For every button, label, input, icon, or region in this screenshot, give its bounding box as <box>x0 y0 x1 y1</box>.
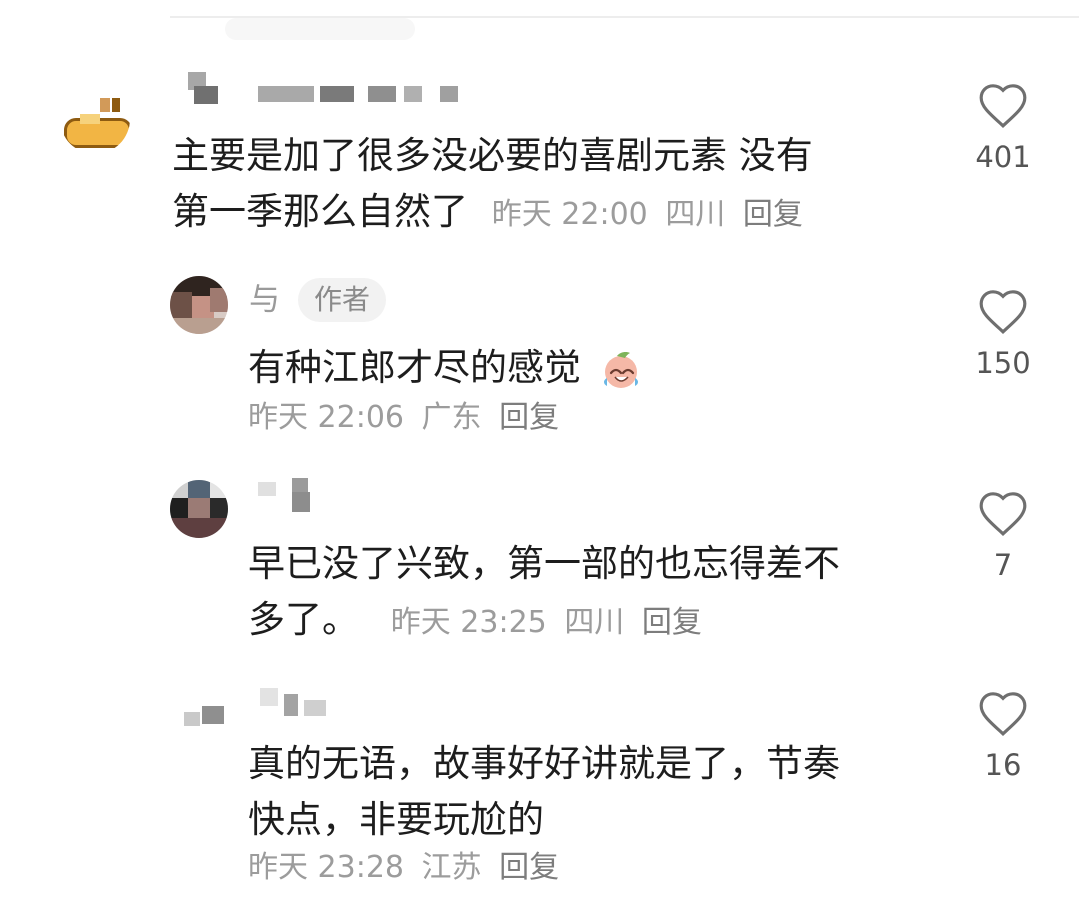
comment-meta: 昨天 22:00 四川 回复 <box>492 197 803 232</box>
author-badge: 作者 <box>298 278 387 322</box>
comment-text: 主要是加了很多没必要的喜剧元素 没有 第一季那么自然了 昨天 22:00 四川 … <box>172 128 813 243</box>
comment-line: 真的无语，故事好好讲就是了，节奏 <box>248 742 840 785</box>
comment-text: 早已没了兴致，第一部的也忘得差不 多了。 昨天 23:25 四川 回复 <box>248 536 840 651</box>
like-button[interactable]: 401 <box>968 80 1038 174</box>
author-name[interactable]: 与 <box>249 280 280 320</box>
like-count: 16 <box>984 748 1022 782</box>
avatar[interactable] <box>60 84 130 154</box>
comment-meta: 昨天 23:28 江苏 回复 <box>248 848 559 888</box>
comment-line: 多了。 <box>248 598 359 641</box>
avatar[interactable] <box>170 276 228 334</box>
comment-time: 昨天 23:28 <box>248 850 404 885</box>
reply-link[interactable]: 回复 <box>499 850 559 885</box>
comment-text: 真的无语，故事好好讲就是了，节奏 快点，非要玩尬的 <box>248 736 840 848</box>
reply-link[interactable]: 回复 <box>743 197 803 232</box>
comment-line: 主要是加了很多没必要的喜剧元素 没有 <box>172 134 813 177</box>
top-fade <box>225 18 415 40</box>
avatar[interactable] <box>184 694 236 746</box>
comment-location: 四川 <box>665 197 726 232</box>
reply-link[interactable]: 回复 <box>642 605 702 640</box>
comment-line: 快点，非要玩尬的 <box>248 798 544 841</box>
heart-outline-icon <box>979 84 1027 128</box>
like-button[interactable]: 7 <box>968 488 1038 582</box>
heart-outline-icon <box>979 290 1027 334</box>
comment-location: 江苏 <box>421 850 482 885</box>
like-count: 7 <box>993 548 1013 582</box>
comment-line: 第一季那么自然了 <box>172 190 468 233</box>
comment-time: 昨天 22:00 <box>491 197 648 232</box>
username-blur[interactable] <box>250 688 340 730</box>
like-button[interactable]: 150 <box>968 286 1038 380</box>
heart-outline-icon <box>979 492 1027 536</box>
comment-time: 昨天 23:25 <box>390 605 547 640</box>
comment-line: 早已没了兴致，第一部的也忘得差不 <box>248 542 840 585</box>
like-count: 401 <box>975 140 1031 174</box>
laugh-crying-peach-emoji <box>603 351 638 388</box>
heart-outline-icon <box>979 692 1027 736</box>
comment-meta: 昨天 22:06 广东 回复 <box>248 398 559 438</box>
reply-link[interactable]: 回复 <box>499 400 559 435</box>
comment-time: 昨天 22:06 <box>248 400 404 435</box>
username-blur[interactable] <box>258 478 328 518</box>
username-blur[interactable] <box>188 72 488 106</box>
comment-meta: 昨天 23:25 四川 回复 <box>391 605 702 640</box>
like-button[interactable]: 16 <box>968 688 1038 782</box>
comment-location: 四川 <box>564 605 625 640</box>
comment-location: 广东 <box>421 400 482 435</box>
avatar[interactable] <box>170 480 228 538</box>
comment-line: 有种江郎才尽的感觉 <box>248 346 581 389</box>
comment-text: 有种江郎才尽的感觉 <box>248 340 643 396</box>
like-count: 150 <box>975 346 1031 380</box>
